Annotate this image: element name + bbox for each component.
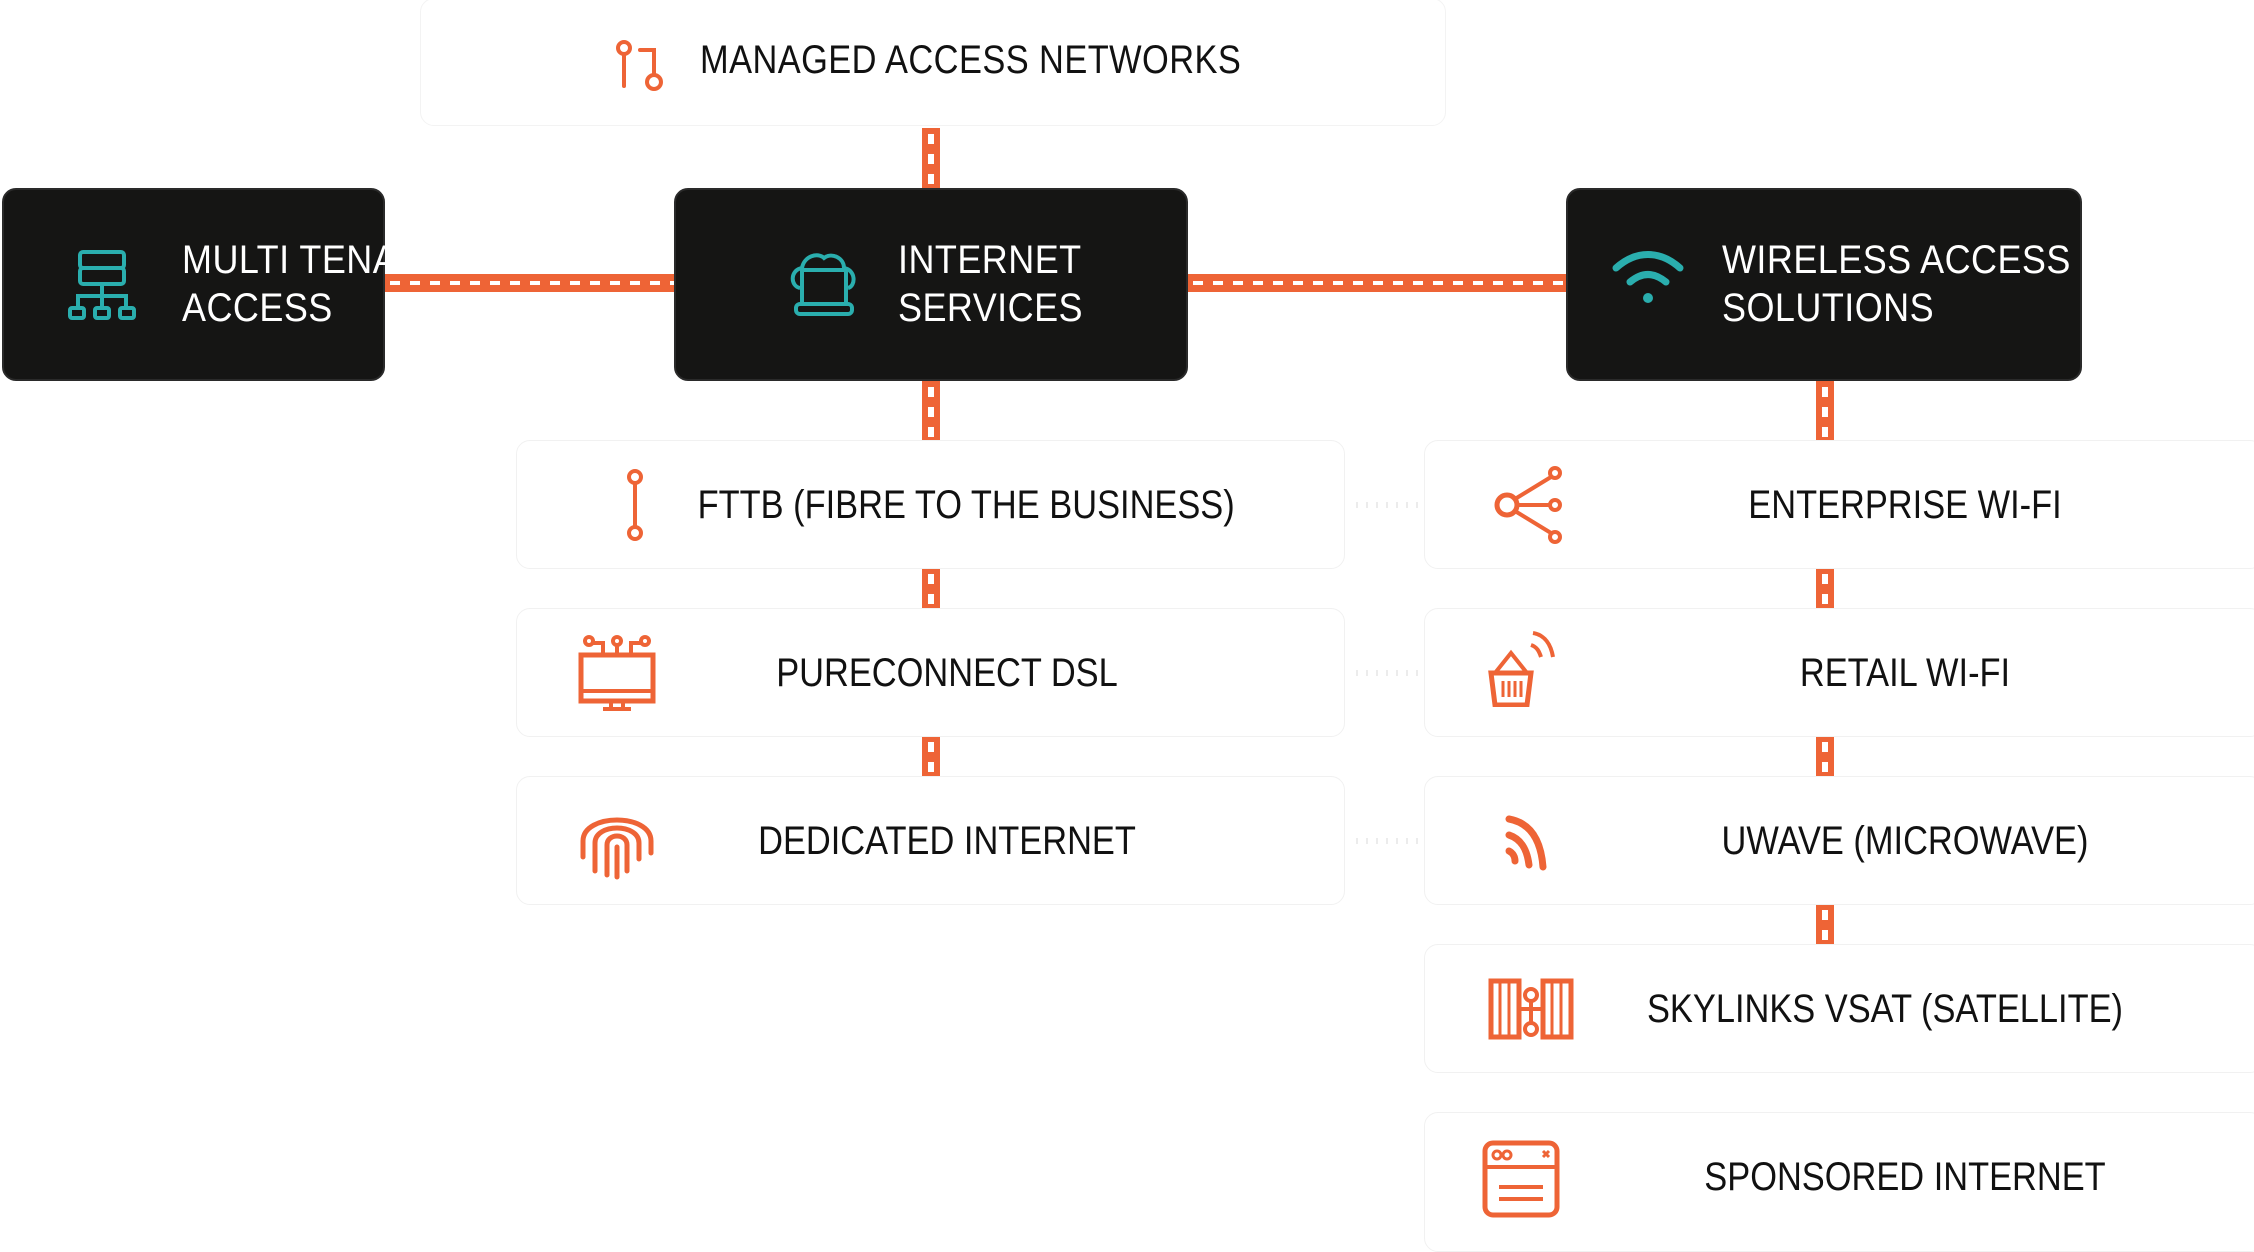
hub-label-line2: ACCESS: [182, 286, 333, 330]
branch-nodes-icon: [616, 40, 663, 91]
service-card-fttb[interactable]: FTTB (FIBRE TO THE BUSINESS): [516, 440, 1345, 569]
service-label: SKYLINKS VSAT (SATELLITE): [1646, 987, 2124, 1031]
faint-link-row2: [1348, 670, 1424, 676]
connector-internet-to-card1: [922, 381, 940, 441]
basket-signal-icon: [1488, 631, 1555, 707]
service-label: ENTERPRISE WI-FI: [1748, 483, 2062, 527]
hub-label: INTERNET SERVICES: [898, 236, 1083, 332]
service-card-skylinks-vsat[interactable]: SKYLINKS VSAT (SATELLITE): [1424, 944, 2254, 1073]
connector-internet-card2-to-card3: [922, 736, 940, 776]
connector-wireless-card2-to-card3: [1816, 736, 1834, 776]
hub-label-line1: INTERNET: [898, 238, 1082, 282]
hub-label: WIRELESS ACCESS SOLUTIONS: [1722, 236, 2071, 332]
rss-signal-icon: [1505, 815, 1547, 871]
service-card-dedicated-internet[interactable]: DEDICATED INTERNET: [516, 776, 1345, 905]
connector-internet-card1-to-card2: [922, 568, 940, 608]
diagram-title: MANAGED ACCESS NETWORKS: [700, 38, 1242, 82]
connector-wireless-to-card1: [1816, 381, 1834, 441]
connector-wireless-card3-to-card4: [1816, 904, 1834, 944]
connected-monitor-icon: [578, 635, 656, 711]
fibre-link-icon: [627, 469, 643, 541]
connector-internet-to-wireless: [1187, 274, 1567, 292]
cloud-laptop-icon: [790, 253, 856, 316]
network-hierarchy-icon: [68, 250, 136, 320]
connector-wireless-card1-to-card2: [1816, 568, 1834, 608]
hub-internet-services[interactable]: INTERNET SERVICES: [674, 188, 1188, 381]
hub-label-line1: MULTI TENANT: [182, 238, 447, 282]
service-label: DEDICATED INTERNET: [758, 819, 1136, 863]
browser-window-icon: [1482, 1140, 1560, 1218]
service-label: FTTB (FIBRE TO THE BUSINESS): [697, 483, 1235, 527]
hub-label-line2: SERVICES: [898, 286, 1084, 330]
service-card-enterprise-wifi[interactable]: ENTERPRISE WI-FI: [1424, 440, 2254, 569]
hub-label-line2: SOLUTIONS: [1722, 286, 1935, 330]
wifi-icon: [1612, 251, 1684, 303]
hub-wireless-access-solutions[interactable]: WIRELESS ACCESS SOLUTIONS: [1566, 188, 2082, 381]
connector-title-to-internet: [922, 128, 940, 188]
service-card-retail-wifi[interactable]: RETAIL WI-FI: [1424, 608, 2254, 737]
hub-label: MULTI TENANT ACCESS: [182, 236, 446, 332]
service-label: SPONSORED INTERNET: [1704, 1155, 2106, 1199]
share-nodes-icon: [1494, 466, 1562, 544]
hub-label-line1: WIRELESS ACCESS: [1722, 238, 2071, 282]
hub-multi-tenant-access[interactable]: MULTI TENANT ACCESS: [2, 188, 446, 381]
faint-link-row3: [1348, 838, 1424, 844]
service-label: RETAIL WI-FI: [1799, 651, 2011, 695]
service-card-pureconnect-dsl[interactable]: PURECONNECT DSL: [516, 608, 1345, 737]
service-card-uwave[interactable]: UWAVE (MICROWAVE): [1424, 776, 2254, 905]
fingerprint-icon: [580, 817, 654, 880]
faint-link-row1: [1348, 502, 1424, 508]
service-label: PURECONNECT DSL: [776, 651, 1118, 695]
satellite-icon: [1488, 978, 1574, 1040]
service-card-sponsored-internet[interactable]: SPONSORED INTERNET: [1424, 1112, 2254, 1252]
service-label: UWAVE (MICROWAVE): [1721, 819, 2089, 863]
